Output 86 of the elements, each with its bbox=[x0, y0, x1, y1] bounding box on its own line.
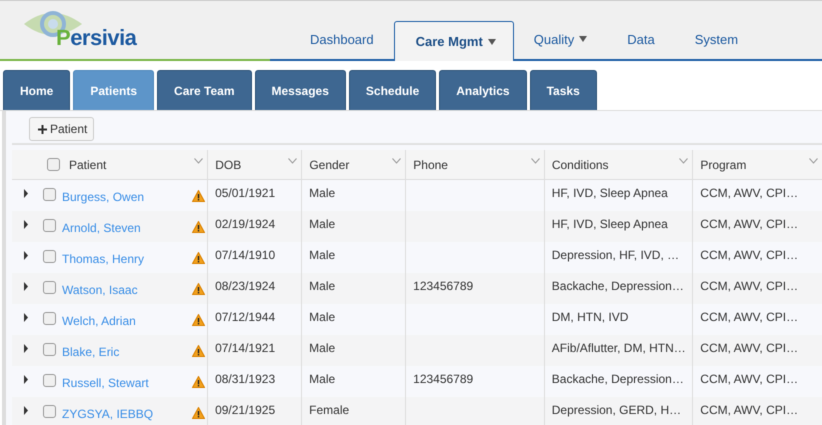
table-cell: Backache, Depression… bbox=[552, 279, 684, 293]
tab[interactable]: Analytics bbox=[439, 70, 527, 110]
expand-arrow-icon[interactable] bbox=[23, 189, 29, 198]
tab[interactable]: Patients bbox=[73, 70, 154, 110]
expand-arrow-icon[interactable] bbox=[23, 406, 29, 415]
patient-link[interactable]: ZYGSYA, IEBBQ bbox=[62, 407, 192, 421]
table-cell: Male bbox=[309, 372, 336, 386]
table-cell: 07/14/1910 bbox=[215, 248, 276, 262]
column-header[interactable]: Program bbox=[693, 150, 822, 179]
nav-item[interactable]: Data bbox=[607, 19, 675, 59]
table-cell: 07/14/1921 bbox=[215, 341, 276, 355]
row-checkbox[interactable] bbox=[43, 281, 56, 294]
table-cell: Male bbox=[309, 279, 336, 293]
table-cell: 123456789 bbox=[413, 372, 474, 386]
row-checkbox[interactable] bbox=[43, 250, 56, 263]
row-checkbox[interactable] bbox=[43, 312, 56, 325]
tab[interactable]: Care Team bbox=[157, 70, 252, 110]
chevron-down-icon bbox=[679, 158, 688, 164]
expand-arrow-icon[interactable] bbox=[23, 282, 29, 291]
column-header[interactable]: Patient bbox=[12, 150, 208, 179]
table-cell: Male bbox=[309, 217, 336, 231]
expand-arrow-icon[interactable] bbox=[23, 344, 29, 353]
table-cell: 08/31/1923 bbox=[215, 372, 276, 386]
table-cell: Depression, GERD, H… bbox=[552, 403, 682, 417]
table-cell: Male bbox=[309, 248, 336, 262]
row-checkbox[interactable] bbox=[43, 374, 56, 387]
column-header[interactable]: Gender bbox=[302, 150, 406, 179]
nav-item[interactable]: System bbox=[674, 19, 758, 59]
patient-link[interactable]: Watson, Isaac bbox=[62, 283, 192, 297]
table-cell: 08/23/1924 bbox=[215, 279, 276, 293]
tab[interactable]: Schedule bbox=[348, 70, 436, 110]
table-cell: Backache, Depression… bbox=[552, 372, 684, 386]
patient-link[interactable]: Blake, Eric bbox=[62, 345, 192, 359]
column-header[interactable]: DOB bbox=[208, 150, 302, 179]
column-header[interactable]: Conditions bbox=[544, 150, 694, 179]
table-cell: CCM, AWV, CPI… bbox=[700, 403, 798, 417]
patient-link[interactable]: Arnold, Steven bbox=[62, 221, 192, 235]
patient-link[interactable]: Russell, Stewart bbox=[62, 376, 192, 390]
table-cell: Male bbox=[309, 186, 336, 200]
plus-icon bbox=[38, 124, 47, 134]
patient-link[interactable]: Welch, Adrian bbox=[62, 314, 192, 328]
expand-arrow-icon[interactable] bbox=[23, 251, 29, 260]
table-cell: 123456789 bbox=[413, 279, 474, 293]
patient-link[interactable]: Burgess, Owen bbox=[62, 190, 192, 204]
tab[interactable]: Messages bbox=[254, 70, 346, 110]
add-patient-button[interactable]: Patient bbox=[29, 117, 94, 141]
row-checkbox[interactable] bbox=[43, 405, 56, 418]
expand-arrow-icon[interactable] bbox=[23, 220, 29, 229]
chevron-down-icon bbox=[194, 158, 204, 164]
table-cell: CCM, AWV, CPI… bbox=[700, 341, 798, 355]
nav-item[interactable]: Dashboard bbox=[290, 19, 394, 59]
tab[interactable]: Home bbox=[3, 70, 70, 110]
table-cell: 09/21/1925 bbox=[215, 403, 276, 417]
chevron-down-icon bbox=[288, 158, 298, 164]
table-cell: CCM, AWV, CPI… bbox=[700, 279, 798, 293]
expand-arrow-icon[interactable] bbox=[23, 375, 29, 384]
table-cell: CCM, AWV, CPI… bbox=[700, 186, 798, 200]
chevron-down-icon bbox=[392, 158, 402, 164]
patient-link[interactable]: Thomas, Henry bbox=[62, 252, 192, 266]
table-cell: CCM, AWV, CPI… bbox=[700, 217, 798, 231]
table-cell: 05/01/1921 bbox=[215, 186, 276, 200]
chevron-down-icon bbox=[808, 158, 818, 164]
table-cell: AFib/Aflutter, DM, HTN… bbox=[552, 341, 686, 355]
table-cell: Male bbox=[309, 310, 336, 324]
row-checkbox[interactable] bbox=[43, 188, 56, 201]
expand-arrow-icon[interactable] bbox=[23, 313, 29, 322]
nav-item[interactable]: Quality bbox=[514, 19, 608, 59]
tab[interactable]: Tasks bbox=[530, 70, 597, 110]
table-cell: HF, IVD, Sleep Apnea bbox=[552, 186, 668, 200]
table-cell: Female bbox=[309, 403, 350, 417]
table-cell: DM, HTN, IVD bbox=[552, 310, 628, 324]
chevron-down-icon bbox=[530, 158, 540, 164]
table-cell: 07/12/1944 bbox=[215, 310, 276, 324]
table-cell: CCM, AWV, CPI… bbox=[700, 310, 798, 324]
table-cell: Male bbox=[309, 341, 336, 355]
table-cell: CCM, AWV, CPI… bbox=[700, 372, 798, 386]
select-all-checkbox[interactable] bbox=[47, 158, 60, 171]
row-checkbox[interactable] bbox=[43, 219, 56, 232]
table-cell: Depression, HF, IVD, … bbox=[552, 248, 680, 262]
nav-item[interactable]: Care Mgmt bbox=[394, 21, 514, 61]
table-cell: CCM, AWV, CPI… bbox=[700, 248, 798, 262]
table-cell: HF, IVD, Sleep Apnea bbox=[552, 217, 668, 231]
row-checkbox[interactable] bbox=[43, 343, 56, 356]
column-header[interactable]: Phone bbox=[406, 150, 545, 179]
logo-text: Persivia bbox=[56, 25, 136, 51]
table-cell: 02/19/1924 bbox=[215, 217, 276, 231]
